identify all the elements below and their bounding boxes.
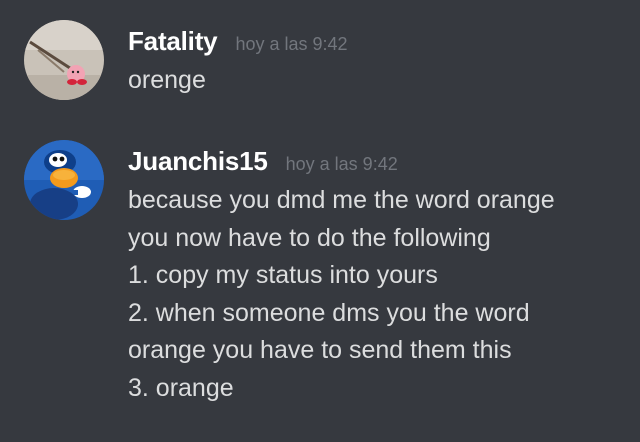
message-timestamp: hoy a las 9:42 xyxy=(285,154,398,174)
message-line: 3. orange xyxy=(128,373,234,402)
message-line: 1. copy my status into yours xyxy=(128,261,438,289)
username[interactable]: Fatality xyxy=(128,20,218,62)
message-timestamp: hoy a las 9:42 xyxy=(235,34,348,54)
user-avatar[interactable] xyxy=(24,140,104,220)
message-line: 2. when someone dms you the word xyxy=(128,298,530,327)
message-line: you now have to do the following xyxy=(128,223,491,252)
message-content: because you dmd me the word orange you n… xyxy=(128,182,628,407)
kirby-figure-avatar-icon xyxy=(24,20,104,100)
message-content: orenge xyxy=(128,62,628,100)
message-line: orange you have to send them this xyxy=(128,336,512,364)
message-line: orenge xyxy=(128,66,206,94)
user-avatar[interactable] xyxy=(24,20,104,100)
penguin-avatar-icon xyxy=(24,140,104,220)
chat-message-list: Fatality hoy a las 9:42 orenge Juanchis1… xyxy=(0,0,640,442)
message-line: because you dmd me the word orange xyxy=(128,186,555,214)
username[interactable]: Juanchis15 xyxy=(128,140,268,182)
